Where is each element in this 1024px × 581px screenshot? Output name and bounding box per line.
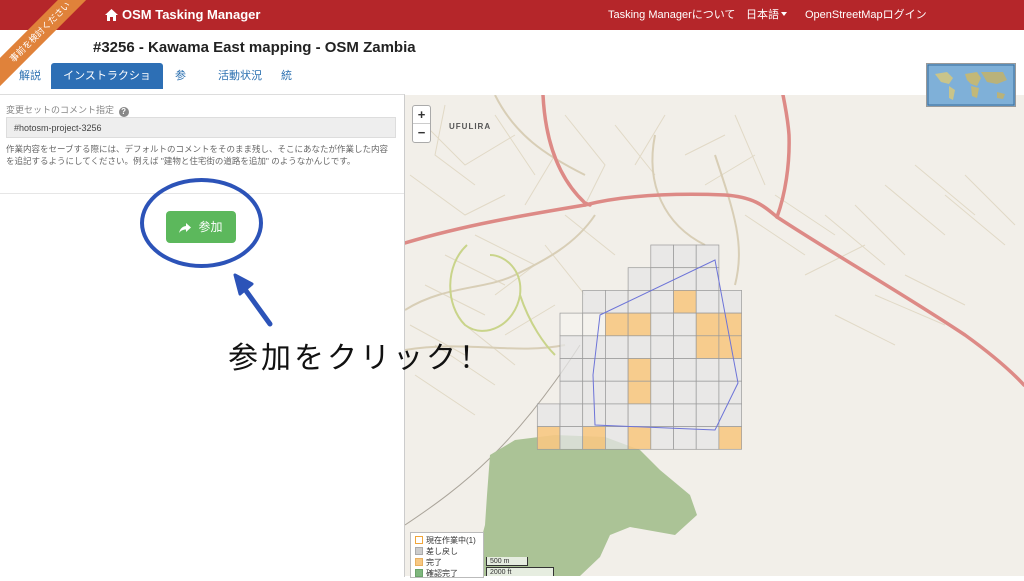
language-label: 日本語 [746,9,779,21]
task-cell[interactable] [627,335,652,359]
corner-ribbon: 事前を検討ください [0,0,90,90]
task-cell[interactable] [559,312,584,337]
scale-metric: 500 m [486,557,528,566]
task-cell[interactable] [582,426,606,450]
zoom-out-button[interactable]: − [413,124,430,141]
brand-link[interactable]: OSM Tasking Manager [105,0,260,30]
task-cell[interactable] [695,267,720,291]
task-cell[interactable] [605,403,629,427]
task-cell[interactable] [650,335,674,359]
task-cell[interactable] [650,290,674,314]
task-cell[interactable] [605,290,629,314]
task-cell[interactable] [627,290,652,314]
task-cell[interactable] [673,244,697,269]
annotation-text: 参加をクリック！ [228,341,492,376]
task-cell[interactable] [559,380,584,405]
task-cell[interactable] [650,358,674,382]
task-cell[interactable] [650,267,674,291]
home-icon [105,2,118,32]
comment-label-text: 変更セットのコメント指定 [6,105,115,115]
task-cell[interactable] [650,380,674,405]
legend-swatch [415,547,423,555]
task-cell[interactable] [650,426,674,450]
task-cell[interactable] [695,312,720,337]
pointer-arrow-icon [228,270,276,333]
task-cell[interactable] [582,312,606,337]
map-place-label: UFULIRA [449,122,492,131]
task-cell[interactable] [582,290,606,314]
task-cell[interactable] [673,403,697,427]
tab-contribute[interactable]: 参加 [165,63,205,108]
task-cell[interactable] [673,380,697,405]
task-cell[interactable] [695,380,720,405]
task-cell[interactable] [673,358,697,382]
task-cell[interactable] [536,403,561,427]
task-cell[interactable] [582,335,606,359]
legend-label: 完了 [426,558,442,567]
comment-help-text: 作業内容をセーブする際には、デフォルトのコメントをそのまま残し、そこにあなたが作… [6,144,388,166]
comment-label: 変更セットのコメント指定 ? [6,103,129,117]
changeset-comment-field[interactable] [6,117,396,138]
task-cell[interactable] [650,403,674,427]
task-cell[interactable] [605,312,629,337]
task-map[interactable] [403,93,1024,576]
task-cell[interactable] [718,380,742,405]
task-cell[interactable] [718,426,742,450]
task-cell[interactable] [605,335,629,359]
task-cell[interactable] [605,380,629,405]
legend-label: 確認完了 [426,569,458,578]
task-cell[interactable] [718,358,742,382]
task-cell[interactable] [673,290,697,314]
legend-item: 完了 [415,558,442,568]
task-cell[interactable] [627,312,652,337]
task-cell[interactable] [650,312,674,337]
task-cell[interactable] [559,335,584,359]
task-cell[interactable] [627,380,652,405]
tab-stats[interactable]: 統計 [271,63,311,108]
world-minimap[interactable] [926,63,1016,107]
task-cell[interactable] [695,403,720,427]
task-cell[interactable] [627,267,652,291]
task-cell[interactable] [605,358,629,382]
task-cell[interactable] [718,312,742,337]
caret-down-icon [781,12,787,16]
legend-item: 現在作業中(1) [415,536,476,546]
task-cell[interactable] [605,426,629,450]
tab-activity[interactable]: 活動状況 [208,63,274,89]
legend-label: 差し戻し [426,547,458,556]
task-cell[interactable] [650,244,674,269]
task-cell[interactable] [673,335,697,359]
task-cell[interactable] [627,358,652,382]
task-cell[interactable] [627,403,652,427]
brand-text: OSM Tasking Manager [122,7,261,22]
task-cell[interactable] [559,358,584,382]
task-cell[interactable] [695,358,720,382]
legend-swatch [415,536,423,544]
question-icon[interactable]: ? [118,107,129,117]
task-cell[interactable] [673,312,697,337]
task-cell[interactable] [559,403,584,427]
legend-swatch [415,558,423,566]
legend-item: 差し戻し [415,547,458,557]
ribbon-text: 事前を検討ください [0,0,90,90]
nav-about-link[interactable]: Tasking Managerについて [608,0,735,30]
login-link[interactable]: OpenStreetMapログイン [805,0,927,30]
task-cell[interactable] [536,426,561,450]
task-cell[interactable] [695,335,720,359]
scale-imperial: 2000 ft [486,567,554,576]
map-legend: 現在作業中(1) 差し戻し 完了 確認完了 [410,532,484,578]
zoom-control: + − [412,105,431,143]
task-cell[interactable] [673,426,697,450]
language-dropdown[interactable]: 日本語 [746,0,787,30]
project-title: #3256 - Kawama East mapping - OSM Zambia [93,39,416,56]
task-cell[interactable] [695,290,720,314]
map-scale: 500 m 2000 ft [486,557,556,576]
zoom-in-button[interactable]: + [413,106,430,124]
task-cell[interactable] [559,426,584,450]
task-cell[interactable] [627,426,652,450]
highlight-circle [140,178,263,268]
legend-label: 現在作業中(1) [426,536,476,545]
legend-item: 確認完了 [415,569,458,579]
top-navbar: OSM Tasking Manager Tasking Managerについて … [0,0,1024,30]
